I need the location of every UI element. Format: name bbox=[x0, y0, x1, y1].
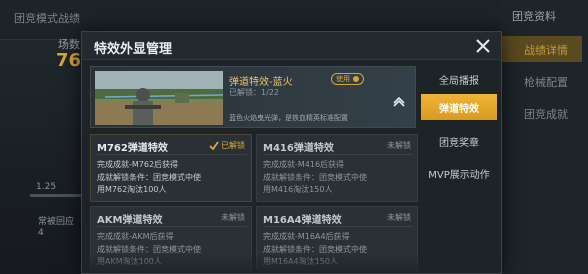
card-status-label: 未解锁 bbox=[221, 213, 245, 222]
background-left-bar bbox=[30, 194, 82, 197]
featured-effect[interactable]: 弹道特效-蓝火 已解锁：1/22 使用 蓝色火焰曳光弹，是铁血精英标准配置 bbox=[90, 66, 416, 128]
effect-card-m762[interactable]: M762弹道特效 已解锁 完成成就-M762后获得 成就解锁条件：团竞模式中使 … bbox=[90, 134, 252, 202]
check-icon bbox=[209, 141, 219, 150]
card-desc: 完成成就-AKM后获得 bbox=[97, 232, 174, 241]
use-dot-icon bbox=[353, 76, 359, 82]
card-divider bbox=[263, 154, 413, 155]
close-icon bbox=[476, 39, 490, 53]
card-status-label: 未解锁 bbox=[387, 141, 411, 150]
use-badge[interactable]: 使用 bbox=[331, 73, 364, 85]
card-title: M762弹道特效 bbox=[97, 143, 168, 154]
right-panel-title: 团竞资料 bbox=[512, 10, 556, 23]
card-desc: 完成成就-M16A4后获得 bbox=[263, 232, 350, 241]
effect-card-akm[interactable]: AKM弹道特效 未解锁 完成成就-AKM后获得 成就解锁条件：团竞模式中使 用A… bbox=[90, 206, 252, 273]
card-condition: 成就解锁条件：团竞模式中使 bbox=[263, 245, 367, 254]
card-status-label: 未解锁 bbox=[387, 213, 411, 222]
background-left-text: 4 bbox=[38, 228, 44, 238]
effect-card-m416[interactable]: M416弹道特效 未解锁 完成成就-M416后获得 成就解锁条件：团竞模式中使 … bbox=[256, 134, 418, 202]
card-condition: 用M762淘汰100人 bbox=[97, 185, 167, 194]
background-title: 团竞模式战绩 bbox=[14, 12, 80, 25]
card-status: 未解锁 bbox=[221, 212, 245, 223]
right-panel-item-stats[interactable]: 战绩详情 bbox=[502, 36, 582, 62]
card-divider bbox=[97, 154, 247, 155]
card-condition: 成就解锁条件：团竞模式中使 bbox=[97, 173, 201, 182]
modal-header: 特效外显管理 bbox=[82, 32, 501, 60]
featured-description: 蓝色火焰曳光弹，是铁血精英标准配置 bbox=[229, 114, 348, 122]
use-label: 使用 bbox=[336, 75, 350, 83]
effect-card-m16a4[interactable]: M16A4弹道特效 未解锁 完成成就-M16A4后获得 成就解锁条件：团竞模式中… bbox=[256, 206, 418, 273]
card-condition: 用M416淘汰150人 bbox=[263, 185, 333, 194]
card-divider bbox=[97, 226, 247, 227]
right-panel-item-weapons[interactable]: 枪械配置 bbox=[502, 68, 582, 94]
tab-team-medals[interactable]: 团竞奖章 bbox=[421, 128, 497, 154]
background-left-text: 常被回应 bbox=[38, 217, 75, 227]
modal-title: 特效外显管理 bbox=[94, 42, 173, 57]
tab-global-broadcast[interactable]: 全局播报 bbox=[421, 66, 497, 92]
card-divider bbox=[263, 226, 413, 227]
card-desc: 完成成就-M416后获得 bbox=[263, 160, 345, 169]
effect-preview-image bbox=[95, 71, 223, 125]
card-title: M416弹道特效 bbox=[263, 143, 334, 154]
background-score: 76 bbox=[56, 50, 82, 71]
card-title: AKM弹道特效 bbox=[97, 215, 163, 226]
card-title: M16A4弹道特效 bbox=[263, 215, 342, 226]
card-desc: 完成成就-M762后获得 bbox=[97, 160, 179, 169]
featured-unlock-count: 已解锁：1/22 bbox=[229, 88, 279, 97]
card-condition: 成就解锁条件：团竞模式中使 bbox=[97, 245, 201, 254]
tab-mvp-actions[interactable]: MVP展示动作 bbox=[421, 160, 497, 186]
expand-button[interactable] bbox=[391, 93, 407, 107]
tab-ballistic-effects[interactable]: 弹道特效 bbox=[421, 94, 497, 120]
card-condition: 用M16A4淘汰150人 bbox=[263, 257, 338, 266]
card-status: 已解锁 bbox=[209, 140, 245, 151]
card-status-label: 已解锁 bbox=[221, 141, 245, 150]
featured-effect-name: 弹道特效-蓝火 bbox=[229, 77, 293, 88]
chevron-up-icon bbox=[393, 96, 405, 107]
close-button[interactable] bbox=[473, 36, 493, 56]
card-condition: 用AKM淘汰100人 bbox=[97, 257, 162, 266]
card-status: 未解锁 bbox=[387, 212, 411, 223]
background-left-number: 1.25 bbox=[36, 182, 57, 192]
effects-modal: 特效外显管理 弹道特效-蓝火 已解锁：1/22 使用 蓝色火焰曳光弹，是铁血精英… bbox=[81, 31, 502, 274]
card-condition: 成就解锁条件：团竞模式中使 bbox=[263, 173, 367, 182]
right-panel-item-achievements[interactable]: 团竞成就 bbox=[502, 100, 582, 126]
card-status: 未解锁 bbox=[387, 140, 411, 151]
